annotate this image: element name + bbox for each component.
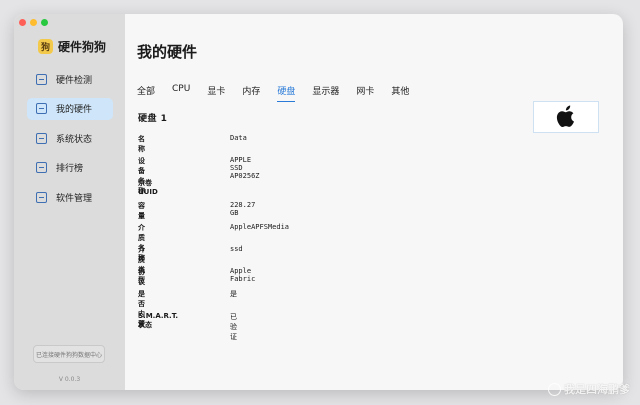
sidebar-item-label: 排行榜 <box>56 164 84 174</box>
apple-logo-icon <box>556 105 574 128</box>
dog-logo-icon: 狗 <box>38 39 53 54</box>
tab-gpu[interactable]: 显卡 <box>207 84 225 100</box>
app-window: 狗 硬件狗狗 硬件检测 我的硬件 系统状态 排行榜 软件管理 已连接硬件狗狗数据… <box>14 14 623 390</box>
watermark: 我是四海鹏爹 <box>548 381 630 397</box>
sidebar: 狗 硬件狗狗 硬件检测 我的硬件 系统状态 排行榜 软件管理 已连接硬件狗狗数据… <box>14 14 125 390</box>
watermark-text: 我是四海鹏爹 <box>564 383 630 396</box>
property-value: Data <box>230 134 247 142</box>
chart-icon <box>36 162 47 173</box>
property-value: AppleAPFSMedia <box>230 222 290 231</box>
document-icon <box>36 103 47 114</box>
property-value: ssd <box>230 244 243 253</box>
app-brand: 狗 硬件狗狗 <box>38 38 106 55</box>
sidebar-item-leaderboard[interactable]: 排行榜 <box>27 157 113 179</box>
property-value: 已验证 <box>230 312 237 341</box>
property-label: 容量 <box>138 201 145 220</box>
version-label: V 0.0.3 <box>58 376 81 383</box>
tab-memory[interactable]: 内存 <box>242 84 260 100</box>
sidebar-item-label: 硬件检测 <box>56 75 93 86</box>
property-value: 是 <box>230 290 237 299</box>
tab-other[interactable]: 其他 <box>391 84 409 100</box>
category-tabs: 全部 CPU 显卡 内存 硬盘 显示器 网卡 其他 <box>137 84 426 102</box>
tab-cpu[interactable]: CPU <box>172 84 190 100</box>
property-label: 协议 <box>138 268 145 287</box>
property-value: 228.27 GB <box>230 200 256 217</box>
property-label: 宗卷UUID <box>138 179 158 197</box>
sidebar-item-system-status[interactable]: 系统状态 <box>27 127 113 149</box>
cube-icon <box>36 132 47 144</box>
minimize-window-button[interactable] <box>30 19 37 26</box>
maximize-window-button[interactable] <box>41 19 48 26</box>
property-value: Apple Fabric <box>230 267 256 284</box>
tab-network[interactable]: 网卡 <box>356 84 374 100</box>
property-label: 名称 <box>138 135 145 153</box>
sidebar-item-software-manage[interactable]: 软件管理 <box>27 186 113 208</box>
sidebar-item-label: 软件管理 <box>56 193 93 204</box>
camera-icon <box>548 382 561 396</box>
main-content: 我的硬件 全部 CPU 显卡 内存 硬盘 显示器 网卡 其他 硬盘 1 名称 D… <box>125 14 623 390</box>
app-title: 硬件狗狗 <box>58 40 107 54</box>
close-window-button[interactable] <box>19 19 26 26</box>
tab-display[interactable]: 显示器 <box>312 84 339 100</box>
sidebar-item-label: 系统状态 <box>56 134 93 145</box>
tab-all[interactable]: 全部 <box>137 84 155 100</box>
section-title: 硬盘 1 <box>138 114 168 124</box>
monitor-icon <box>36 73 47 85</box>
sidebar-item-my-hardware[interactable]: 我的硬件 <box>27 97 113 120</box>
sidebar-item-label: 我的硬件 <box>56 105 93 115</box>
sidebar-nav: 硬件检测 我的硬件 系统状态 排行榜 软件管理 <box>27 68 113 216</box>
page-title: 我的硬件 <box>137 43 198 61</box>
sidebar-item-hardware-detect[interactable]: 硬件检测 <box>27 68 113 90</box>
property-value: APPLE SSD AP0256Z <box>230 156 260 181</box>
property-label: S.M.A.R.T. 状态 <box>138 311 179 329</box>
tab-disk[interactable]: 硬盘 <box>277 84 296 102</box>
brand-logo-box <box>533 101 599 133</box>
data-center-button[interactable]: 已连接硬件狗狗数据中心 <box>33 345 105 363</box>
apps-icon <box>36 191 47 203</box>
